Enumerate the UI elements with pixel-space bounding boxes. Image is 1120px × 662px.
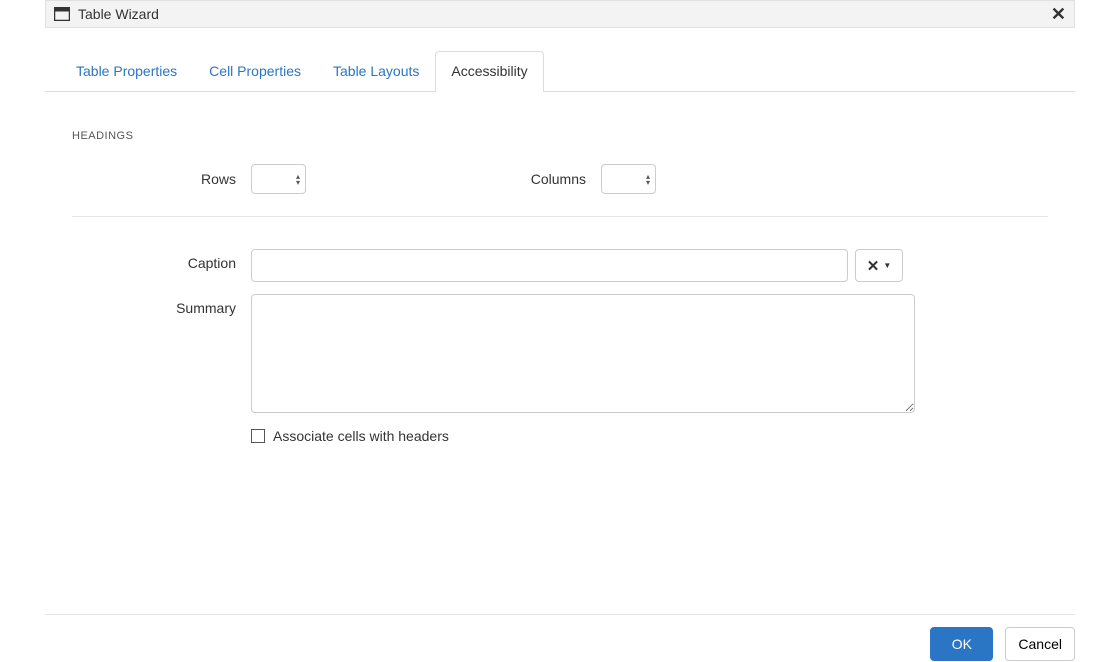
titlebar: Table Wizard ✕	[45, 0, 1075, 28]
tab-cell-properties[interactable]: Cell Properties	[193, 51, 317, 92]
rows-label: Rows	[72, 171, 236, 187]
associate-label: Associate cells with headers	[273, 428, 449, 444]
rows-stepper[interactable]: ▴ ▾	[251, 164, 306, 194]
rows-stepper-arrows: ▴ ▾	[296, 174, 300, 185]
caption-input[interactable]	[251, 249, 848, 282]
no-align-icon: ✕	[867, 257, 880, 275]
caption-row: Caption ✕ ▼	[72, 249, 1048, 282]
associate-row: Associate cells with headers	[251, 428, 1048, 444]
chevron-down-icon: ▾	[296, 180, 300, 185]
cancel-button[interactable]: Cancel	[1005, 627, 1075, 661]
headings-section-title: HEADINGS	[72, 130, 1048, 142]
table-wizard-dialog: Table Wizard ✕ Table Properties Cell Pro…	[45, 0, 1075, 661]
headings-row: Rows ▴ ▾ Columns ▴ ▾	[72, 164, 1048, 217]
columns-stepper-arrows: ▴ ▾	[646, 174, 650, 185]
tab-accessibility[interactable]: Accessibility	[435, 51, 543, 92]
tab-content: HEADINGS Rows ▴ ▾ Columns ▴ ▾ Ca	[45, 92, 1075, 444]
summary-textarea[interactable]	[251, 294, 915, 413]
tab-table-layouts[interactable]: Table Layouts	[317, 51, 435, 92]
summary-label: Summary	[72, 294, 236, 316]
columns-stepper[interactable]: ▴ ▾	[601, 164, 656, 194]
summary-row: Summary	[72, 294, 1048, 413]
titlebar-title: Table Wizard	[78, 6, 159, 22]
close-icon[interactable]: ✕	[1051, 5, 1066, 23]
chevron-down-icon: ▾	[646, 180, 650, 185]
caption-align-button[interactable]: ✕ ▼	[855, 249, 903, 282]
table-icon	[54, 7, 70, 21]
caption-label: Caption	[72, 249, 236, 271]
form-grid: Caption ✕ ▼ Summary Associate cells with	[72, 249, 1048, 444]
associate-checkbox[interactable]	[251, 429, 265, 443]
ok-button[interactable]: OK	[930, 627, 993, 661]
chevron-down-icon: ▼	[883, 261, 891, 270]
tab-table-properties[interactable]: Table Properties	[60, 51, 193, 92]
columns-label: Columns	[416, 171, 586, 187]
tab-strip: Table Properties Cell Properties Table L…	[45, 28, 1075, 92]
dialog-footer: OK Cancel	[45, 614, 1075, 661]
